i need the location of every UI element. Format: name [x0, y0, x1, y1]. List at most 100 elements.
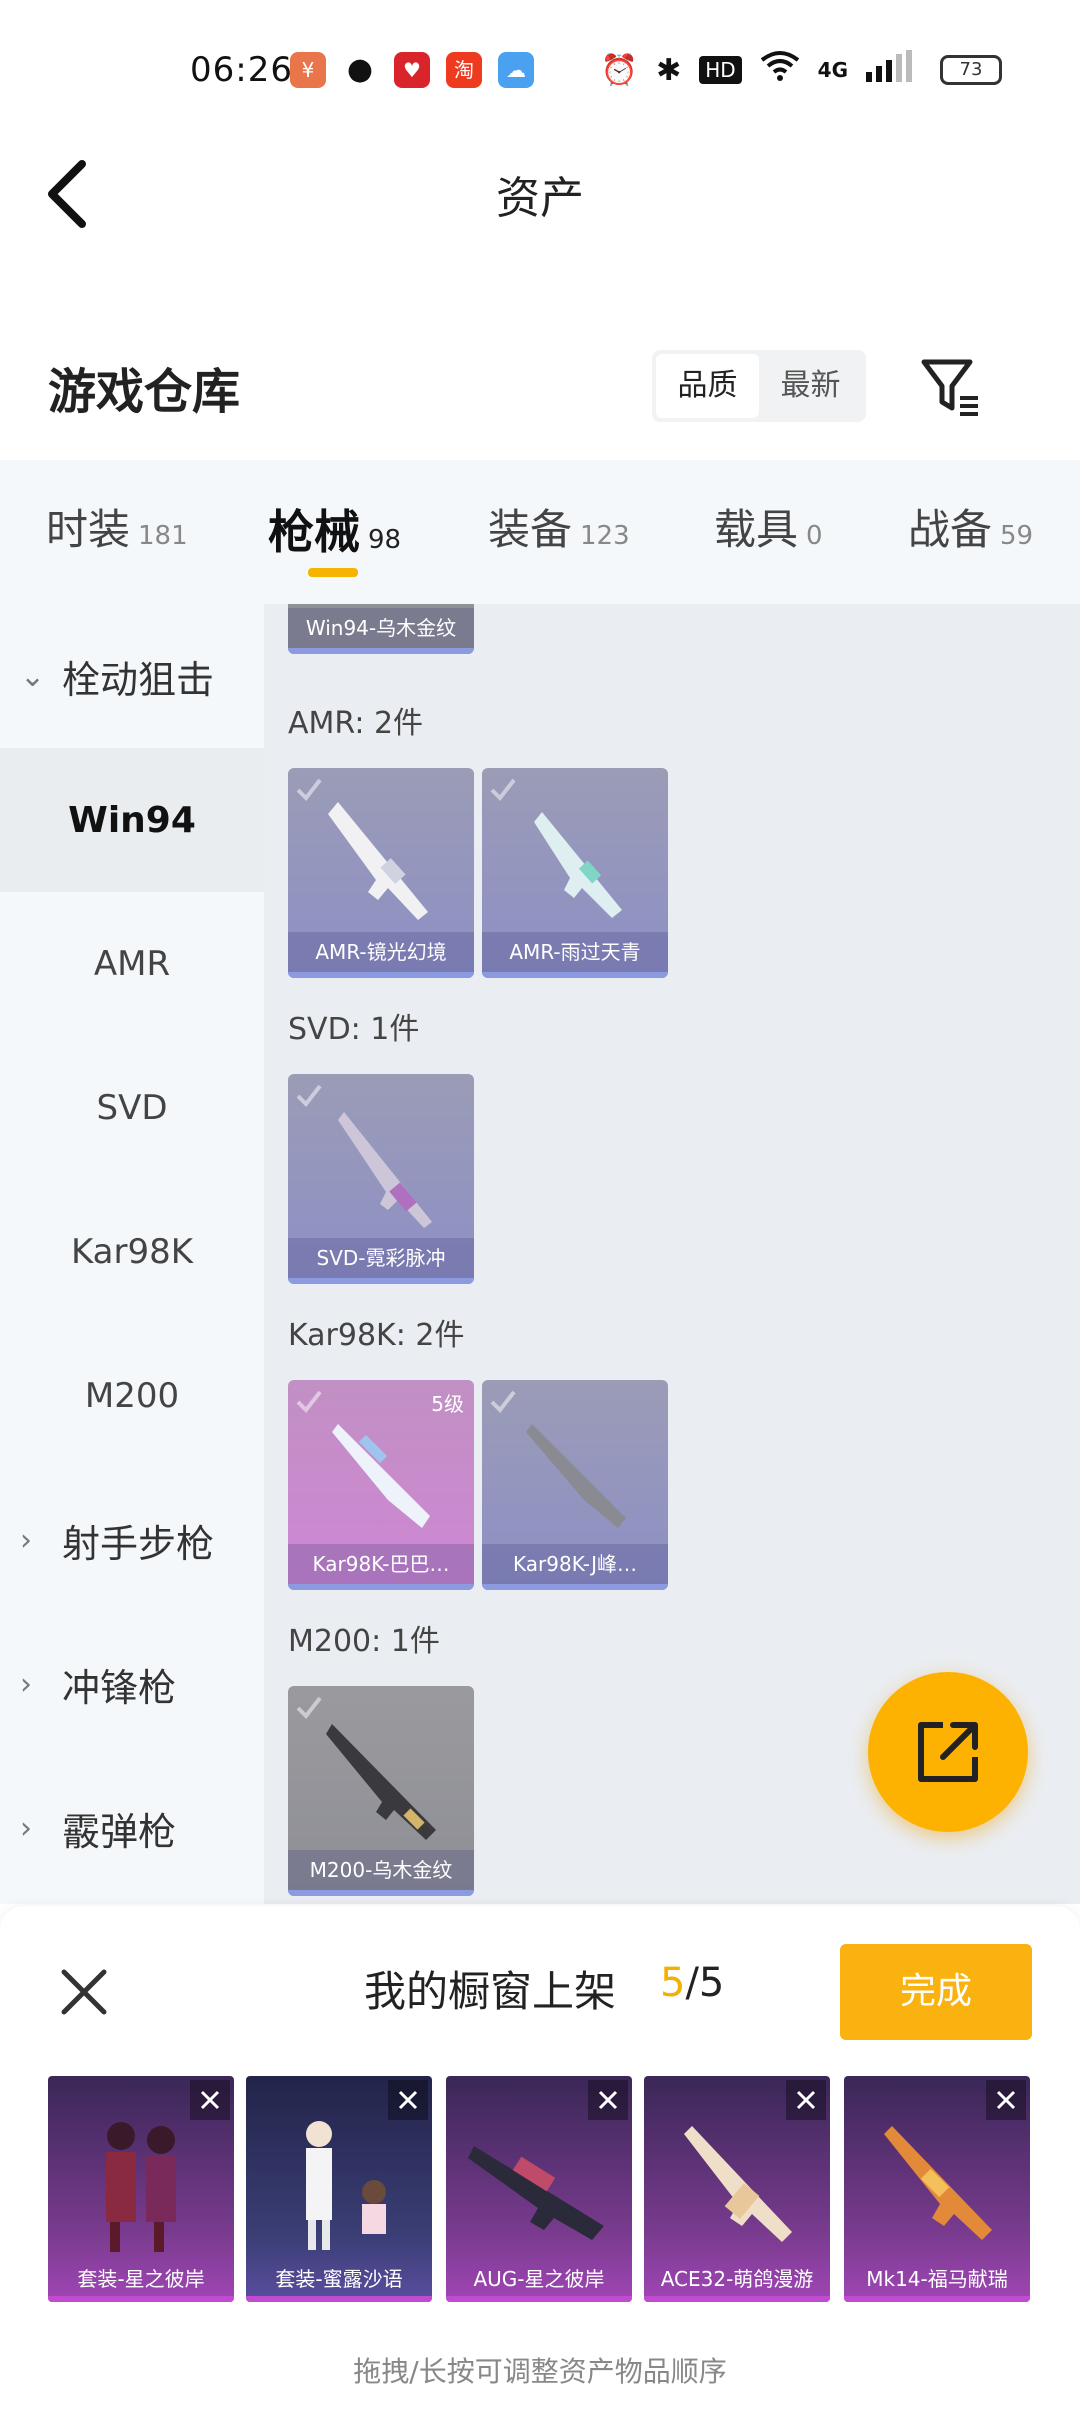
- tab-count: 123: [580, 521, 630, 551]
- sidebar-item-label: 冲锋枪: [62, 1665, 177, 1710]
- sidebar-group-bolt-sniper[interactable]: ⌄ 栓动狙击: [0, 604, 264, 748]
- close-icon: [598, 2090, 618, 2110]
- tab-count: 59: [1000, 521, 1034, 551]
- item-rarity-bar: [246, 2296, 432, 2302]
- rifle-icon: [468, 2146, 604, 2240]
- tab-count: 0: [806, 521, 823, 551]
- item-card[interactable]: 5级 Kar98K-巴巴…: [288, 1380, 474, 1590]
- sidebar-item-label: AMR: [93, 944, 171, 984]
- item-card[interactable]: Kar98K-J峰…: [482, 1380, 668, 1590]
- item-rarity-bar: [48, 2296, 234, 2302]
- tab-label: 时装: [46, 505, 131, 554]
- sidebar-group-shotgun[interactable]: › 霰弹枪: [0, 1756, 264, 1900]
- share-icon: [918, 1722, 978, 1782]
- item-rarity-bar: [288, 972, 474, 978]
- sidebar-group-marksman-rifle[interactable]: › 射手步枪: [0, 1468, 264, 1612]
- chevron-down-icon: ⌄: [20, 658, 46, 694]
- item-rarity-bar: [644, 2296, 830, 2302]
- showcase-item[interactable]: Mk14-福马献瑞: [844, 2076, 1030, 2302]
- app-notification-icon: ¥: [290, 52, 326, 88]
- rifle-icon: [526, 1424, 626, 1528]
- close-icon: [796, 2090, 816, 2110]
- page-title: 资产: [496, 173, 584, 224]
- group-label: AMR: 2件: [288, 706, 424, 741]
- showcase-title: 我的橱窗上架: [364, 1967, 617, 2016]
- chevron-right-icon: ›: [20, 1522, 32, 1558]
- remove-item-button[interactable]: [588, 2080, 628, 2120]
- remove-item-button[interactable]: [786, 2080, 826, 2120]
- showcase-item-name: Mk14-福马献瑞: [866, 2267, 1008, 2291]
- item-card[interactable]: Win94-乌木金纹: [288, 604, 474, 654]
- rifle-icon: [684, 2126, 792, 2242]
- item-name: AMR-镜光幻境: [288, 932, 474, 972]
- sidebar-item-svd[interactable]: SVD: [0, 1036, 264, 1180]
- tab-fashion[interactable]: 时装 181: [46, 496, 188, 557]
- tab-label: 载具: [714, 505, 799, 554]
- showcase-item-name: 套装-蜜露沙语: [275, 2267, 403, 2291]
- status-right-icons: ⏰ ✱ HD 4G 73: [601, 50, 1002, 90]
- remove-item-button[interactable]: [986, 2080, 1026, 2120]
- sidebar-item-m200[interactable]: M200: [0, 1324, 264, 1468]
- item-rarity-bar: [288, 1278, 474, 1284]
- sidebar-item-amr[interactable]: AMR: [0, 892, 264, 1036]
- sidebar-item-win94[interactable]: Win94: [0, 748, 264, 892]
- close-icon: [61, 1969, 107, 2015]
- item-rarity-bar: [446, 2296, 632, 2302]
- close-button[interactable]: [56, 1964, 112, 2020]
- rifle-icon: [884, 2126, 992, 2240]
- showcase-item[interactable]: 套装-星之彼岸: [48, 2076, 234, 2302]
- rifle-icon: [332, 1424, 430, 1528]
- group-label: Kar98K: 2件: [288, 1318, 465, 1353]
- share-button[interactable]: [868, 1672, 1028, 1832]
- sidebar-item-kar98k[interactable]: Kar98K: [0, 1180, 264, 1324]
- tab-equipment[interactable]: 装备 123: [488, 496, 630, 557]
- close-icon: [398, 2090, 418, 2110]
- rifle-icon: [326, 1724, 436, 1840]
- tab-guns[interactable]: 枪械 98: [268, 496, 401, 562]
- close-icon: [996, 2090, 1016, 2110]
- taobao-icon: 淘: [446, 52, 482, 88]
- tab-vehicles[interactable]: 载具 0: [714, 496, 823, 557]
- done-button[interactable]: 完成: [840, 1944, 1032, 2040]
- chevron-right-icon: ›: [20, 1666, 32, 1702]
- item-card[interactable]: AMR-镜光幻境: [288, 768, 474, 978]
- status-time: 06:26: [190, 50, 293, 90]
- app-heart-icon: ♥: [394, 52, 430, 88]
- remove-item-button[interactable]: [190, 2080, 230, 2120]
- sidebar-item-label: 霰弹枪: [62, 1809, 177, 1854]
- rifle-icon: [534, 812, 622, 918]
- sort-quality-option[interactable]: 品质: [656, 354, 759, 418]
- sidebar-item-label: Win94: [68, 799, 196, 841]
- sidebar-group-smg[interactable]: › 冲锋枪: [0, 1612, 264, 1756]
- showcase-item[interactable]: ACE32-萌鸽漫游: [644, 2076, 830, 2302]
- wechat-icon: ●: [342, 52, 378, 88]
- showcase-item[interactable]: AUG-星之彼岸: [446, 2076, 632, 2302]
- item-rarity-bar: [482, 1584, 668, 1590]
- sidebar-item-label: 栓动狙击: [62, 657, 215, 702]
- tab-count: 181: [138, 521, 188, 551]
- showcase-item[interactable]: 套装-蜜露沙语: [246, 2076, 432, 2302]
- item-card[interactable]: AMR-雨过天青: [482, 768, 668, 978]
- active-tab-indicator: [308, 568, 358, 577]
- showcase-count-total: /5: [685, 1960, 725, 2006]
- outfit-icon: [306, 2121, 386, 2250]
- item-card[interactable]: M200-乌木金纹: [288, 1686, 474, 1896]
- item-rarity-bar: [288, 1584, 474, 1590]
- item-name: Kar98K-J峰…: [482, 1544, 668, 1584]
- weather-icon: ☁: [498, 52, 534, 88]
- remove-item-button[interactable]: [388, 2080, 428, 2120]
- reorder-hint: 拖拽/长按可调整资产物品顺序: [353, 2355, 727, 2388]
- item-name: Kar98K-巴巴…: [288, 1544, 474, 1584]
- filter-button[interactable]: [920, 356, 982, 418]
- group-label: SVD: 1件: [288, 1012, 420, 1047]
- item-card[interactable]: SVD-霓彩脉冲: [288, 1074, 474, 1284]
- item-rarity-bar: [288, 1890, 474, 1896]
- tab-gear[interactable]: 战备 59: [908, 496, 1033, 557]
- rifle-icon: [328, 802, 428, 920]
- alarm-icon: ⏰: [600, 52, 639, 88]
- sort-newest-option[interactable]: 最新: [759, 354, 862, 418]
- item-rarity-bar: [844, 2296, 1030, 2302]
- wifi-icon: [760, 50, 800, 90]
- sidebar: ⌄ 栓动狙击 Win94 AMR SVD Kar98K M200 › 射手步枪 › 冲…: [0, 604, 264, 1904]
- sidebar-item-label: 射手步枪: [62, 1521, 215, 1566]
